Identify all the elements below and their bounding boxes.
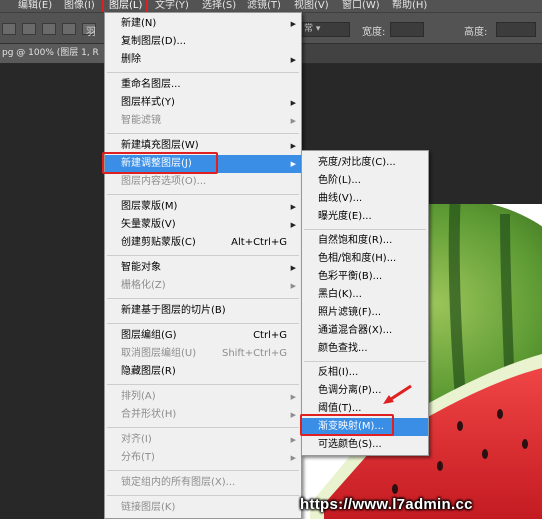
watermark-text: https://www.l7admin.cc (300, 496, 473, 513)
menu-item-smart-object[interactable]: 智能对象 ▶ (105, 259, 301, 277)
submenu-item-exposure[interactable]: 曝光度(E)... (302, 208, 428, 226)
adjustment-submenu: 亮度/对比度(C)... 色阶(L)... 曲线(V)... 曝光度(E)...… (301, 150, 429, 456)
menu-separator (107, 384, 299, 385)
width-field[interactable] (390, 22, 424, 37)
submenu-arrow-icon: ▶ (290, 56, 296, 64)
menu-item-hide-layers[interactable]: 隐藏图层(R) (105, 363, 301, 381)
submenu-arrow-icon: ▶ (290, 203, 296, 211)
menu-help[interactable]: 帮助(H) (392, 0, 427, 12)
menu-separator (107, 323, 299, 324)
menu-separator (107, 470, 299, 471)
menu-separator (304, 361, 426, 362)
intersect-selection-icon[interactable] (62, 23, 76, 35)
submenu-item-brightness-contrast[interactable]: 亮度/对比度(C)... (302, 154, 428, 172)
menu-separator (107, 194, 299, 195)
submenu-arrow-icon: ▶ (290, 411, 296, 419)
submenu-arrow-icon: ▶ (290, 99, 296, 107)
submenu-item-black-white[interactable]: 黑白(K)... (302, 286, 428, 304)
menu-item-distribute: 分布(T) ▶ (105, 449, 301, 467)
menu-separator (304, 229, 426, 230)
menu-item-smart-filter: 智能滤镜 ▶ (105, 112, 301, 130)
gradient-map-highlight-box (300, 414, 394, 436)
submenu-item-channel-mixer[interactable]: 通道混合器(X)... (302, 322, 428, 340)
menu-item-layer-mask[interactable]: 图层蒙版(M) ▶ (105, 198, 301, 216)
feather-label: 羽 (86, 27, 96, 38)
menu-item-duplicate-layer[interactable]: 复制图层(D)... (105, 33, 301, 51)
submenu-item-levels[interactable]: 色阶(L)... (302, 172, 428, 190)
red-arrow-icon (383, 384, 412, 404)
submenu-arrow-icon: ▶ (290, 117, 296, 125)
submenu-arrow-icon: ▶ (290, 142, 296, 150)
menu-image[interactable]: 图像(I) (64, 0, 95, 12)
menu-separator (107, 298, 299, 299)
menu-separator (107, 72, 299, 73)
submenu-item-color-lookup[interactable]: 颜色查找... (302, 340, 428, 358)
menu-item-new[interactable]: 新建(N) ▶ (105, 15, 301, 33)
submenu-item-invert[interactable]: 反相(I)... (302, 364, 428, 382)
menubar: 编辑(E) 图像(I) 图层(L) 文字(Y) 选择(S) 滤镜(T) 视图(V… (0, 0, 542, 12)
subtract-selection-icon[interactable] (42, 23, 56, 35)
height-label: 高度: (464, 27, 488, 38)
new-selection-icon[interactable] (2, 23, 16, 35)
menu-edit[interactable]: 编辑(E) (18, 0, 52, 12)
menu-item-group-layers[interactable]: 图层编组(G) Ctrl+G (105, 327, 301, 345)
menu-item-rename-layer[interactable]: 重命名图层... (105, 76, 301, 94)
menu-item-new-layer-slice[interactable]: 新建基于图层的切片(B) (105, 302, 301, 320)
menu-separator (107, 495, 299, 496)
menu-separator (107, 255, 299, 256)
menu-filter[interactable]: 滤镜(T) (247, 0, 281, 12)
submenu-arrow-icon: ▶ (290, 264, 296, 272)
menu-item-layer-style[interactable]: 图层样式(Y) ▶ (105, 94, 301, 112)
layer-menu: 新建(N) ▶ 复制图层(D)... 删除 ▶ 重命名图层... 图层样式(Y) ▶ … (104, 12, 302, 519)
submenu-item-hue-saturation[interactable]: 色相/饱和度(H)... (302, 250, 428, 268)
menu-item-rasterize: 栅格化(Z) ▶ (105, 277, 301, 295)
submenu-arrow-icon: ▶ (290, 160, 296, 168)
adjustment-layer-highlight-box (102, 152, 218, 174)
submenu-item-curves[interactable]: 曲线(V)... (302, 190, 428, 208)
menu-view[interactable]: 视图(V) (294, 0, 329, 12)
menu-item-layer-content-options: 图层内容选项(O)... (121, 176, 207, 187)
menu-item-lock-all-layers: 锁定组内的所有图层(X)... (121, 477, 236, 488)
menu-item-delete[interactable]: 删除 ▶ (105, 51, 301, 69)
submenu-arrow-icon: ▶ (290, 454, 296, 462)
submenu-item-selective-color[interactable]: 可选颜色(S)... (302, 436, 428, 454)
menu-item-align: 对齐(I) ▶ (105, 431, 301, 449)
submenu-arrow-icon: ▶ (290, 221, 296, 229)
menu-item-create-clipping-mask[interactable]: 创建剪贴蒙版(C) Alt+Ctrl+G (105, 234, 301, 252)
menu-window[interactable]: 窗口(W) (342, 0, 380, 12)
menu-item-ungroup-layers: 取消图层编组(U) Shift+Ctrl+G (121, 348, 287, 359)
add-selection-icon[interactable] (22, 23, 36, 35)
submenu-arrow-icon: ▶ (290, 436, 296, 444)
submenu-item-color-balance[interactable]: 色彩平衡(B)... (302, 268, 428, 286)
menu-select[interactable]: 选择(S) (202, 0, 236, 12)
submenu-arrow-icon: ▶ (290, 393, 296, 401)
height-field[interactable] (496, 22, 536, 37)
menu-item-vector-mask[interactable]: 矢量蒙版(V) ▶ (105, 216, 301, 234)
menu-item-link-layers: 链接图层(K) (121, 502, 176, 513)
submenu-item-vibrance[interactable]: 自然饱和度(R)... (302, 232, 428, 250)
menu-type[interactable]: 文字(Y) (155, 0, 189, 12)
style-select[interactable]: 常 ▾ (300, 22, 350, 37)
submenu-arrow-icon: ▶ (290, 282, 296, 290)
document-tab[interactable]: pg @ 100% (图层 1, R (0, 44, 105, 63)
menu-item-arrange: 排列(A) ▶ (105, 388, 301, 406)
menu-separator (107, 133, 299, 134)
width-label: 宽度: (362, 27, 386, 38)
menu-separator (107, 427, 299, 428)
submenu-arrow-icon: ▶ (290, 20, 296, 28)
menu-item-combine-shapes: 合并形状(H) ▶ (105, 406, 301, 424)
submenu-item-photo-filter[interactable]: 照片滤镜(F)... (302, 304, 428, 322)
